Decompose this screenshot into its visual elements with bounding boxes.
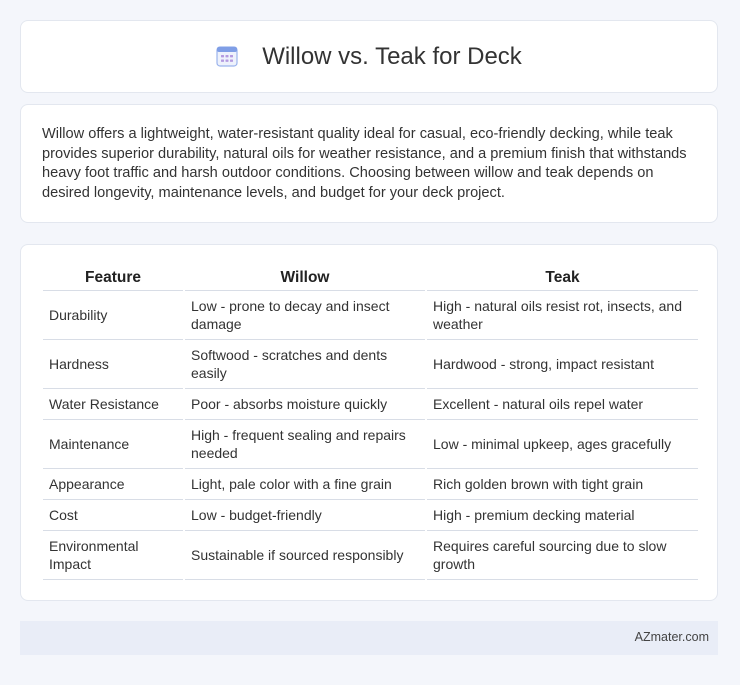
feature-cell: Maintenance: [43, 420, 183, 469]
intro-paragraph: Willow offers a lightweight, water-resis…: [42, 126, 687, 201]
willow-cell: Sustainable if sourced responsibly: [185, 531, 425, 580]
header-card: Willow vs. Teak for Deck: [20, 20, 718, 93]
teak-cell: Low - minimal upkeep, ages gracefully: [427, 420, 698, 469]
page-title: Willow vs. Teak for Deck: [262, 42, 522, 70]
table-row: Hardness Softwood - scratches and dents …: [43, 340, 698, 389]
footer-bar: AZmater.com: [20, 621, 718, 655]
teak-cell: High - natural oils resist rot, insects,…: [427, 291, 698, 340]
feature-cell: Environmental Impact: [43, 531, 183, 580]
teak-cell: High - premium decking material: [427, 500, 698, 531]
table-row: Maintenance High - frequent sealing and …: [43, 420, 698, 469]
feature-cell: Hardness: [43, 340, 183, 389]
footer-site-link[interactable]: AZmater.com: [635, 630, 709, 644]
willow-cell: Low - prone to decay and insect damage: [185, 291, 425, 340]
table-row: Water Resistance Poor - absorbs moisture…: [43, 389, 698, 420]
column-header-teak: Teak: [427, 265, 698, 291]
willow-cell: High - frequent sealing and repairs need…: [185, 420, 425, 469]
feature-cell: Appearance: [43, 469, 183, 500]
teak-cell: Requires careful sourcing due to slow gr…: [427, 531, 698, 580]
willow-cell: Softwood - scratches and dents easily: [185, 340, 425, 389]
column-header-willow: Willow: [185, 265, 425, 291]
willow-cell: Poor - absorbs moisture quickly: [185, 389, 425, 420]
teak-cell: Rich golden brown with tight grain: [427, 469, 698, 500]
table-row: Environmental Impact Sustainable if sour…: [43, 531, 698, 580]
feature-cell: Cost: [43, 500, 183, 531]
teak-cell: Hardwood - strong, impact resistant: [427, 340, 698, 389]
table-row: Cost Low - budget-friendly High - premiu…: [43, 500, 698, 531]
willow-cell: Light, pale color with a fine grain: [185, 469, 425, 500]
calendar-icon: [216, 45, 238, 67]
table-header-row: Feature Willow Teak: [43, 265, 698, 291]
teak-cell: Excellent - natural oils repel water: [427, 389, 698, 420]
comparison-table: Feature Willow Teak Durability Low - pro…: [41, 265, 700, 580]
column-header-feature: Feature: [43, 265, 183, 291]
feature-cell: Durability: [43, 291, 183, 340]
comparison-table-card: Feature Willow Teak Durability Low - pro…: [20, 244, 718, 601]
feature-cell: Water Resistance: [43, 389, 183, 420]
intro-card: Willow offers a lightweight, water-resis…: [20, 104, 718, 223]
table-row: Appearance Light, pale color with a fine…: [43, 469, 698, 500]
willow-cell: Low - budget-friendly: [185, 500, 425, 531]
table-row: Durability Low - prone to decay and inse…: [43, 291, 698, 340]
